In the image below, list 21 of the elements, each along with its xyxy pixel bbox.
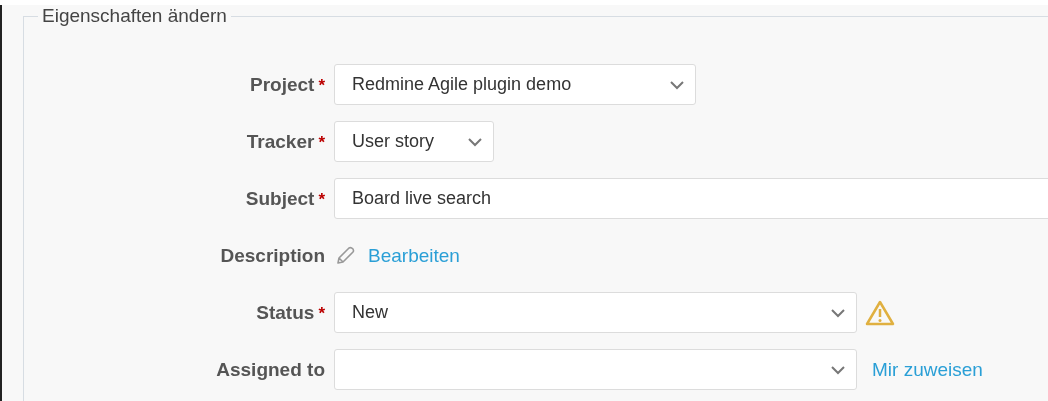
required-mark: * [318, 132, 325, 153]
required-mark: * [318, 189, 325, 210]
caret-icon [467, 136, 483, 147]
required-mark: * [318, 75, 325, 96]
required-mark: * [318, 303, 325, 324]
panel-legend: Eigenschaften ändern [38, 5, 231, 27]
select-field[interactable]: User story [334, 121, 494, 162]
input-field[interactable]: Board live search [334, 178, 1048, 219]
pencil-icon [334, 244, 356, 267]
field-label: Project [249, 73, 315, 96]
caret-icon [830, 307, 846, 318]
field-label: Subject [245, 187, 315, 210]
field-label: Tracker [246, 130, 315, 153]
select-field[interactable]: New [334, 292, 857, 333]
select-field[interactable] [334, 349, 857, 390]
field-label: Status [256, 301, 315, 324]
caret-icon [669, 79, 685, 90]
caret-icon [830, 364, 846, 375]
field-label: Assigned to [216, 358, 325, 381]
field-label: Description [220, 244, 325, 267]
select-field[interactable]: Redmine Agile plugin demo [334, 64, 696, 105]
